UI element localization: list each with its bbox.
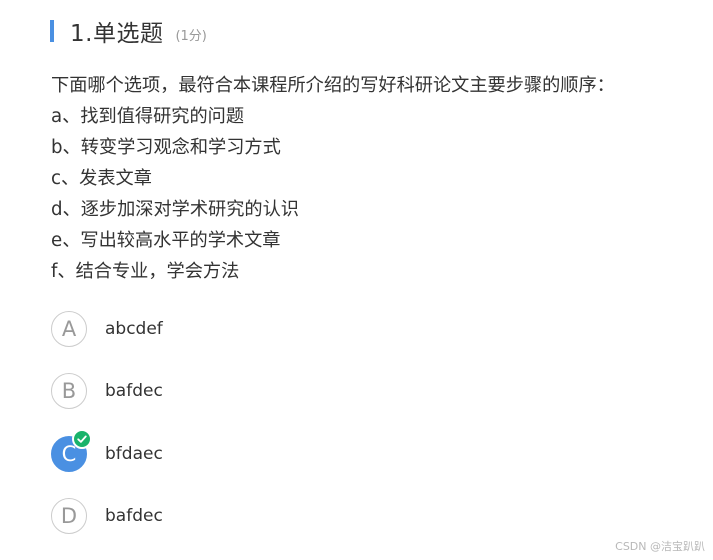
option-c-radio[interactable]: C bbox=[51, 429, 92, 472]
option-d-text[interactable]: bafdec bbox=[105, 506, 163, 526]
option-a-text[interactable]: abcdef bbox=[105, 319, 163, 339]
question-header: 1.单选题 (1分) bbox=[50, 14, 207, 48]
option-b[interactable]: B bafdec bbox=[51, 372, 163, 410]
option-c-text[interactable]: bfdaec bbox=[105, 444, 163, 464]
watermark: CSDN @洁宝趴趴 bbox=[615, 540, 705, 553]
question-score: (1分) bbox=[175, 28, 207, 44]
option-a-letter: A bbox=[61, 317, 77, 341]
stem-item-b: b、转变学习观念和学习方式 bbox=[51, 137, 281, 158]
option-b-radio[interactable]: B bbox=[51, 373, 87, 409]
option-b-letter: B bbox=[61, 379, 77, 403]
check-icon bbox=[72, 429, 92, 449]
option-a[interactable]: A abcdef bbox=[51, 310, 163, 348]
title-accent-bar bbox=[50, 20, 54, 42]
option-d-letter: D bbox=[60, 504, 78, 528]
option-a-radio[interactable]: A bbox=[51, 311, 87, 347]
question-title: 1.单选题 bbox=[70, 21, 164, 47]
question-stem: 下面哪个选项，最符合本课程所介绍的写好科研论文主要步骤的顺序： a、找到值得研究… bbox=[51, 70, 691, 287]
stem-item-d: d、逐步加深对学术研究的认识 bbox=[51, 199, 299, 220]
option-d-radio[interactable]: D bbox=[51, 498, 87, 534]
stem-item-f: f、结合专业，学会方法 bbox=[51, 261, 240, 282]
option-d[interactable]: D bafdec bbox=[51, 497, 163, 535]
option-b-text[interactable]: bafdec bbox=[105, 381, 163, 401]
stem-item-c: c、发表文章 bbox=[51, 168, 152, 189]
stem-item-a: a、找到值得研究的问题 bbox=[51, 106, 245, 127]
stem-prompt: 下面哪个选项，最符合本课程所介绍的写好科研论文主要步骤的顺序： bbox=[51, 75, 615, 96]
option-c[interactable]: C bfdaec bbox=[51, 429, 163, 473]
stem-item-e: e、写出较高水平的学术文章 bbox=[51, 230, 281, 251]
